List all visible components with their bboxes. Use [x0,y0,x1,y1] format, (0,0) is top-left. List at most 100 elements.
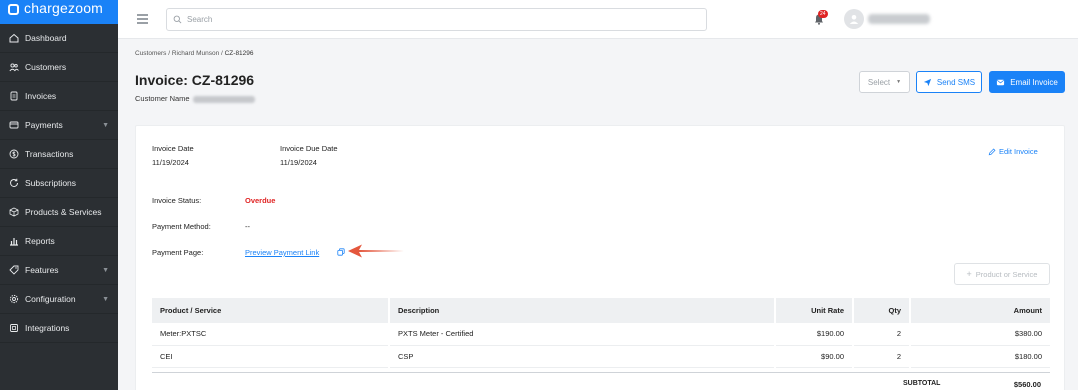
add-product-button[interactable]: + Product or Service [954,263,1050,285]
line-items-table: Product / Service Description Unit Rate … [152,298,1050,368]
tag-icon [9,265,19,275]
copy-icon[interactable] [337,248,345,256]
brand-name: chargezoom [24,0,104,16]
sidebar-item-label: Features [25,265,59,275]
column-header-qty: Qty [853,298,911,323]
column-header-description: Description [389,298,776,323]
cell-unit-rate: $190.00 [775,323,854,346]
sidebar-item-transactions[interactable]: Transactions [0,140,118,169]
table-row: Meter:PXTSC PXTS Meter - Certified $190.… [152,323,1050,346]
payment-method-label: Payment Method: [152,222,211,231]
subtotal-value: $560.00 [1013,380,1041,389]
user-icon [849,15,859,24]
email-invoice-label: Email Invoice [1010,77,1058,87]
cell-amount: $180.00 [910,345,1050,368]
sidebar-item-label: Configuration [25,294,76,304]
breadcrumb-customers[interactable]: Customers [135,50,166,57]
cell-product: CEI [152,345,390,368]
breadcrumb-current: CZ-81296 [224,50,254,57]
menu-toggle-icon[interactable] [137,14,148,24]
send-icon [923,78,931,86]
customer-name-redacted [192,95,255,103]
send-sms-label: Send SMS [936,77,976,87]
sidebar-item-label: Integrations [25,323,70,333]
envelope-icon [997,79,1005,85]
plus-icon: + [966,269,972,279]
edit-invoice-label: Edit Invoice [999,147,1038,156]
send-sms-button[interactable]: Send SMS [916,71,982,93]
select-label: Select [867,77,891,87]
payment-page-label: Payment Page: [152,248,204,257]
customer-name-label: Customer Name [135,94,190,103]
sidebar: chargezoom Dashboard Customers Invoices … [0,0,118,390]
caret-down-icon: ▼ [896,79,902,85]
pencil-icon [988,148,996,155]
due-date-label: Invoice Due Date [280,144,338,153]
search-icon [173,15,182,24]
table-row: CEI CSP $90.00 2 $180.00 [152,345,1050,368]
breadcrumb: Customers / Richard Munson / CZ-81296 [135,50,254,57]
chevron-down-icon: ▼ [102,267,109,274]
cell-description: CSP [389,345,776,368]
box-icon [9,207,19,217]
subtotal-row: SUBTOTAL $560.00 [152,372,1050,390]
cell-qty: 2 [853,345,911,368]
payments-icon [9,120,19,130]
sidebar-item-label: Payments [25,120,63,130]
email-invoice-button[interactable]: Email Invoice [989,71,1065,93]
sidebar-item-configuration[interactable]: Configuration ▼ [0,285,118,314]
annotation-arrow-icon [348,244,404,258]
invoice-date-label: Invoice Date [152,144,194,153]
sidebar-item-customers[interactable]: Customers [0,53,118,82]
table-header-row: Product / Service Description Unit Rate … [152,298,1050,323]
payment-method-value: -- [245,222,250,231]
sidebar-item-label: Customers [25,62,67,72]
sidebar-item-label: Products & Services [25,207,102,217]
add-product-label: Product or Service [975,269,1038,279]
edit-invoice-link[interactable]: Edit Invoice [988,147,1038,156]
integrations-icon [9,323,19,333]
due-date-value: 11/19/2024 [280,158,317,167]
sidebar-item-features[interactable]: Features ▼ [0,256,118,285]
select-dropdown[interactable]: Select ▼ [859,71,910,93]
sidebar-item-subscriptions[interactable]: Subscriptions [0,169,118,198]
refresh-icon [9,178,19,188]
home-icon [9,33,19,43]
sidebar-item-invoices[interactable]: Invoices [0,82,118,111]
sidebar-item-label: Invoices [25,91,57,101]
breadcrumb-customer[interactable]: Richard Munson [172,50,219,57]
customer-name: Customer Name [135,94,255,103]
invoice-card: Invoice Date 11/19/2024 Invoice Due Date… [135,125,1065,390]
status-label: Invoice Status: [152,196,202,205]
invoice-date-value: 11/19/2024 [152,158,189,167]
bar-chart-icon [9,236,19,246]
sidebar-item-payments[interactable]: Payments ▼ [0,111,118,140]
page-title: Invoice: CZ-81296 [135,72,255,88]
sidebar-item-label: Dashboard [25,33,67,43]
avatar[interactable] [844,9,864,29]
cell-qty: 2 [853,323,911,346]
search-bar[interactable] [166,8,707,31]
subtotal-label: SUBTOTAL [903,380,941,387]
sidebar-item-label: Reports [25,236,55,246]
logo-mark-icon [8,3,19,15]
chevron-down-icon: ▼ [102,296,109,303]
search-input[interactable] [187,15,687,24]
cell-unit-rate: $90.00 [775,345,854,368]
sidebar-item-reports[interactable]: Reports [0,227,118,256]
topbar: 24 [118,0,1078,39]
sidebar-item-integrations[interactable]: Integrations [0,314,118,343]
brand-logo[interactable]: chargezoom [0,0,118,24]
status-badge: Overdue [245,196,276,205]
user-name-redacted[interactable] [868,14,930,24]
preview-payment-link[interactable]: Preview Payment Link [245,248,319,257]
sidebar-item-label: Transactions [25,149,74,159]
cell-description: PXTS Meter - Certified [389,323,776,346]
dollar-circle-icon [9,149,19,159]
sidebar-item-products-services[interactable]: Products & Services [0,198,118,227]
sidebar-item-dashboard[interactable]: Dashboard [0,24,118,53]
invoice-icon [9,91,19,101]
users-icon [9,62,19,72]
column-header-unit-rate: Unit Rate [775,298,854,323]
column-header-amount: Amount [910,298,1050,323]
